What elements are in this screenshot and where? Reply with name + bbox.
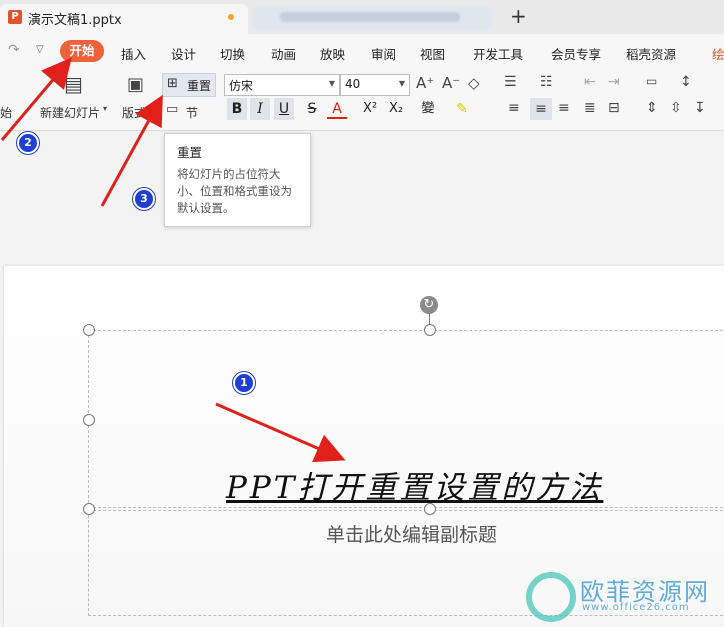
arrow-to-start-tab [0, 57, 72, 141]
watermark-logo-icon [526, 572, 576, 622]
step-marker-2: 2 [17, 132, 39, 154]
step-marker-1: 1 [233, 372, 255, 394]
annotation-arrows [0, 57, 346, 463]
arrow-to-slide-title [215, 402, 346, 463]
step-marker-3: 3 [133, 188, 155, 210]
watermark-url: www.office26.com [582, 602, 690, 613]
